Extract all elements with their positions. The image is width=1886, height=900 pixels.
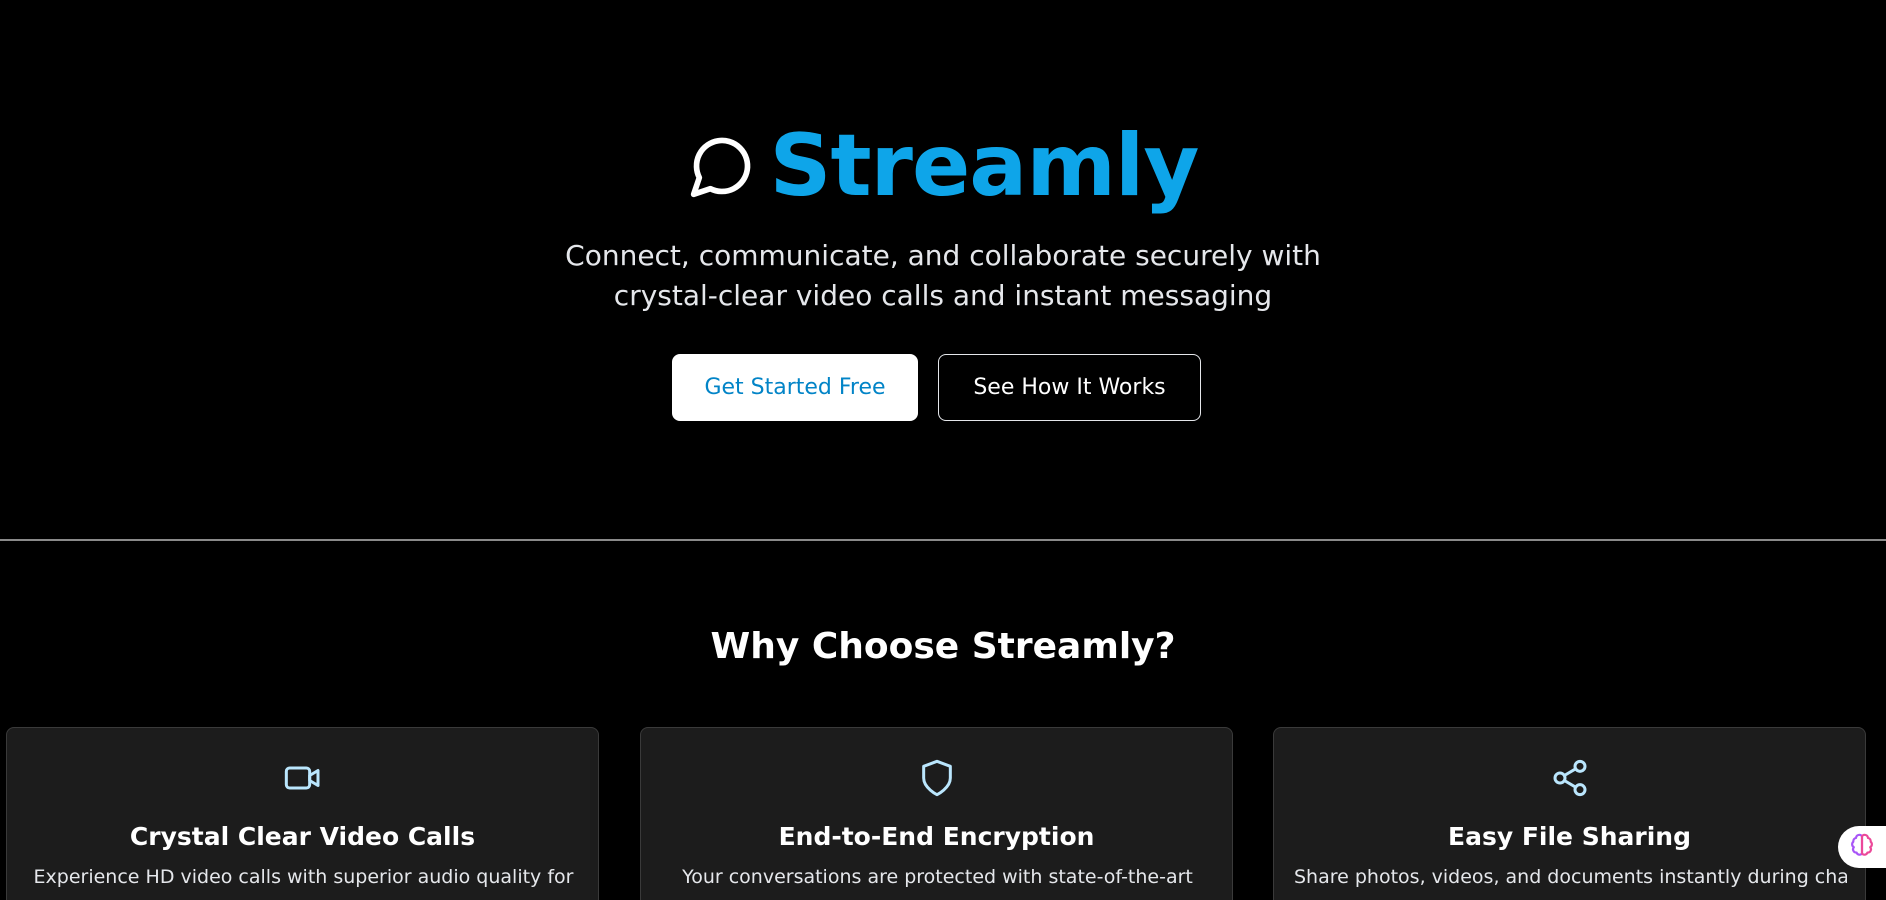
features-title: Why Choose Streamly? <box>710 626 1176 667</box>
hero-tagline: Connect, communicate, and collaborate se… <box>565 239 1321 312</box>
get-started-button[interactable]: Get Started Free <box>672 354 918 421</box>
video-icon <box>7 758 598 798</box>
brand-title: Streamly <box>769 116 1200 216</box>
brand-header: Streamly <box>0 116 1886 216</box>
shield-icon <box>641 758 1232 798</box>
hero-section: Streamly Connect, communicate, and colla… <box>0 0 1886 541</box>
feature-card-description: Share photos, videos, and documents inst… <box>1294 866 1847 888</box>
message-circle-icon <box>688 132 756 200</box>
feature-card-title: End-to-End Encryption <box>778 822 1095 851</box>
feature-card-description: Your conversations are protected with st… <box>682 866 1193 888</box>
feature-card-title: Crystal Clear Video Calls <box>129 822 476 851</box>
feature-card-title: Easy File Sharing <box>1448 822 1691 851</box>
feature-card-description: Experience HD video calls with superior … <box>33 866 574 888</box>
landing-page: Streamly Connect, communicate, and colla… <box>0 0 1886 900</box>
feature-card-video: Crystal Clear Video Calls Experience HD … <box>6 727 599 900</box>
feature-card-encryption: End-to-End Encryption Your conversations… <box>640 727 1233 900</box>
feature-card-file-sharing: Easy File Sharing Share photos, videos, … <box>1273 727 1866 900</box>
assistant-widget-button[interactable] <box>1838 826 1886 868</box>
see-how-it-works-button[interactable]: See How It Works <box>938 354 1201 421</box>
brain-icon <box>1849 832 1875 863</box>
share-icon <box>1274 758 1865 798</box>
